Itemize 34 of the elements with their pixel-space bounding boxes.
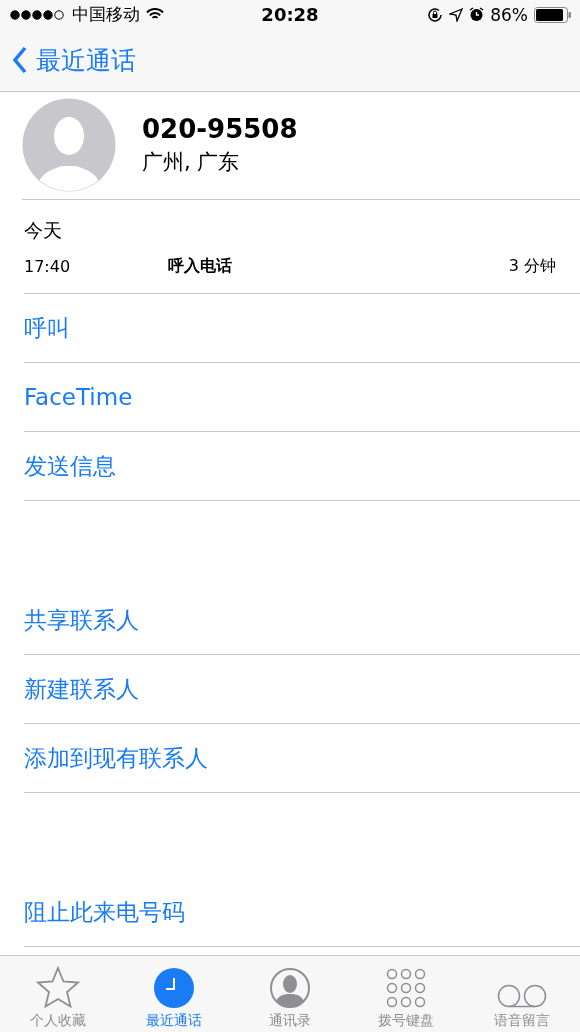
signal-icon: [10, 9, 66, 20]
carrier: 中国移动: [72, 3, 140, 27]
action-link[interactable]: 发送信息: [24, 432, 580, 501]
clock-icon: [154, 968, 194, 1008]
star-icon: [36, 966, 80, 1008]
back-button[interactable]: 最近通话: [12, 43, 136, 77]
action-link[interactable]: 阻止此来电号码: [24, 878, 580, 947]
chevron-left-icon: [12, 46, 28, 75]
location: 广州, 广东: [142, 149, 241, 177]
action-link[interactable]: 共享联系人: [24, 586, 580, 655]
tab-item[interactable]: 通讯录: [232, 956, 348, 1032]
phone-number: 020-95508: [142, 114, 298, 145]
battery-percent: 86%: [490, 4, 528, 25]
action-link[interactable]: 呼叫: [24, 294, 580, 363]
keypad-icon: [386, 968, 426, 1008]
tab-item[interactable]: 拨号键盘: [348, 956, 464, 1032]
clock-time: 20:28: [261, 4, 319, 26]
tab-item[interactable]: 个人收藏: [0, 956, 116, 1032]
call-time: 17:40: [24, 256, 72, 276]
rotation-lock-icon: [427, 6, 444, 23]
action-link[interactable]: FaceTime: [24, 363, 580, 432]
voicemail-icon: [497, 984, 547, 1008]
alarm-icon: [469, 7, 485, 23]
wifi-icon: [146, 8, 164, 22]
battery-icon: [534, 6, 572, 23]
call-type: 呼入电话: [168, 255, 233, 277]
call-duration: 3 分钟: [508, 255, 556, 277]
tab-item[interactable]: 最近通话: [116, 956, 232, 1032]
tab-item[interactable]: 语音留言: [464, 956, 580, 1032]
action-link[interactable]: 添加到现有联系人: [24, 724, 580, 793]
action-link[interactable]: 新建联系人: [24, 655, 580, 724]
call-date: 今天: [24, 217, 63, 243]
location-arrow-icon: [449, 7, 464, 22]
contact-icon: [270, 968, 310, 1008]
